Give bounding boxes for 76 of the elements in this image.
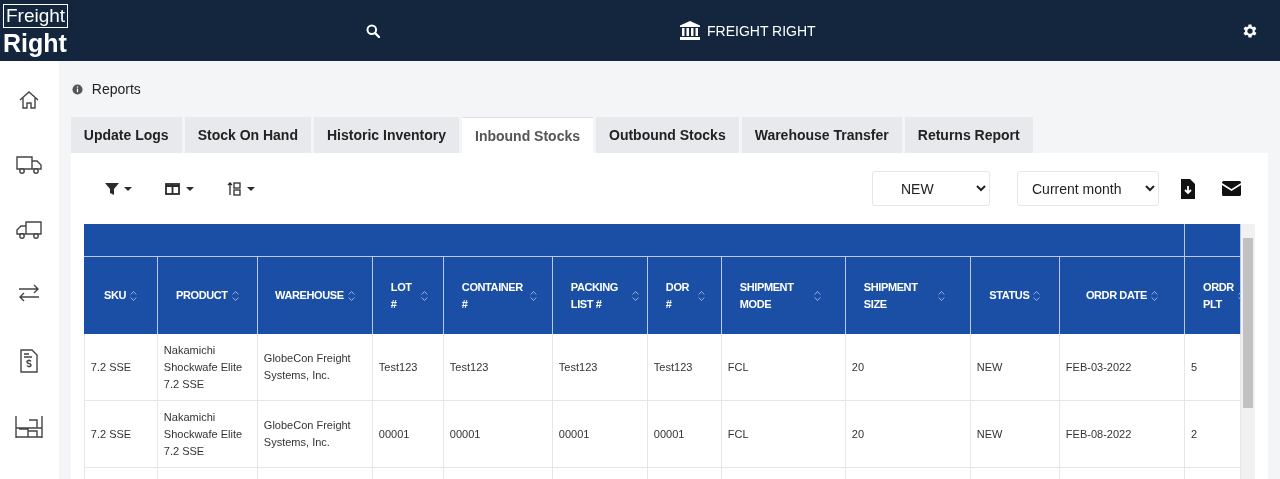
table-cell: Test123 bbox=[443, 334, 553, 401]
table-cell: 20 bbox=[845, 334, 971, 401]
sort-icon[interactable] bbox=[529, 289, 537, 302]
bank-icon bbox=[680, 21, 700, 40]
table-cell: 2 bbox=[1184, 400, 1241, 468]
report-tab[interactable]: Inbound Stocks bbox=[462, 117, 593, 153]
truck-icon[interactable] bbox=[16, 219, 43, 241]
column-header[interactable]: CONTAINER # bbox=[443, 256, 553, 334]
table-cell: FCL bbox=[721, 400, 846, 468]
sort-icon[interactable] bbox=[631, 289, 639, 302]
column-header[interactable]: WAREHOUSE bbox=[257, 256, 373, 334]
sort-icon[interactable] bbox=[697, 289, 705, 302]
report-tab[interactable]: Stock On Hand bbox=[184, 117, 311, 153]
invoice-icon[interactable] bbox=[20, 349, 39, 373]
column-header[interactable]: DOR # bbox=[647, 256, 722, 334]
table-cell: GlobeCon Freight Systems, Inc. bbox=[257, 400, 373, 468]
sort-dropdown-icon[interactable] bbox=[226, 181, 257, 196]
sort-icon[interactable] bbox=[813, 289, 821, 302]
table-cell: Test123 bbox=[552, 334, 648, 401]
column-header[interactable]: PRODUCT bbox=[157, 256, 258, 334]
home-icon[interactable] bbox=[18, 89, 41, 111]
table-cell: 00001 bbox=[647, 400, 722, 468]
sort-icon[interactable] bbox=[347, 289, 355, 302]
table-cell: 5 bbox=[1184, 334, 1241, 401]
table-cell: 20 bbox=[845, 400, 971, 468]
truck-icon[interactable] bbox=[16, 154, 43, 176]
table-cell: 00001 bbox=[443, 400, 553, 468]
table-cell: 00001 bbox=[552, 400, 648, 468]
brand-title: FREIGHT RIGHT bbox=[707, 22, 816, 39]
breadcrumb-text: Reports bbox=[91, 81, 141, 97]
column-header[interactable]: ORDR PLT bbox=[1184, 256, 1241, 334]
status-select[interactable]: NEW bbox=[872, 171, 990, 206]
report-tab[interactable]: Returns Report bbox=[904, 117, 1033, 153]
logo-text: Freight bbox=[3, 3, 69, 28]
report-tab[interactable]: Outbound Stocks bbox=[596, 117, 739, 153]
report-tab[interactable]: Update Logs bbox=[70, 117, 182, 153]
period-select[interactable]: Current month bbox=[1017, 171, 1159, 206]
table-cell: NEW bbox=[970, 334, 1060, 401]
scrollbar[interactable] bbox=[1241, 224, 1255, 479]
table-cell: FEB-03-2022 bbox=[1059, 334, 1185, 401]
file-download-icon[interactable] bbox=[1181, 178, 1195, 199]
table-cell: Nakamichi Shockwafe Elite 7.2 SSE bbox=[157, 334, 258, 401]
table-cell: 00001 bbox=[372, 400, 444, 468]
table-cell: 7.2 SSE bbox=[84, 334, 158, 401]
sort-icon[interactable] bbox=[1150, 289, 1158, 302]
sort-icon[interactable] bbox=[420, 289, 428, 302]
transfer-arrows-icon[interactable] bbox=[17, 284, 42, 302]
info-icon bbox=[71, 83, 83, 95]
table-cell: FEB-08-2022 bbox=[1059, 400, 1185, 468]
sort-icon[interactable] bbox=[231, 289, 239, 302]
sort-icon[interactable] bbox=[1033, 289, 1041, 302]
table-cell: FCL bbox=[721, 334, 846, 401]
table-cell: Test123 bbox=[372, 334, 444, 401]
table-cell: GlobeCon Freight Systems, Inc. bbox=[257, 334, 373, 401]
column-header[interactable]: PACKING LIST # bbox=[552, 256, 648, 334]
columns-dropdown-icon[interactable] bbox=[164, 181, 195, 196]
search-icon[interactable] bbox=[366, 23, 380, 38]
table-cell: Test123 bbox=[647, 334, 722, 401]
column-header[interactable]: LOT # bbox=[372, 256, 444, 334]
column-header[interactable]: ORDR DATE bbox=[1059, 256, 1185, 334]
filter-dropdown-icon[interactable] bbox=[104, 181, 133, 196]
settings-icon[interactable] bbox=[1241, 21, 1259, 40]
column-header[interactable]: SHIPMENT SIZE bbox=[845, 256, 971, 334]
report-tab[interactable]: Historic Inventory bbox=[314, 117, 459, 153]
table-cell: Nakamichi Shockwafe Elite 7.2 SSE bbox=[157, 400, 258, 468]
column-header[interactable]: SKU bbox=[84, 256, 158, 334]
column-header[interactable]: SHIPMENT MODE bbox=[721, 256, 846, 334]
sort-icon[interactable] bbox=[130, 289, 138, 302]
sort-icon[interactable] bbox=[937, 289, 945, 302]
table-cell: NEW bbox=[970, 400, 1060, 468]
logo-text: Right bbox=[3, 27, 67, 58]
report-tab[interactable]: Warehouse Transfer bbox=[741, 117, 902, 153]
column-header[interactable]: STATUS bbox=[970, 256, 1060, 334]
shelves-icon[interactable] bbox=[15, 414, 44, 438]
mail-icon[interactable] bbox=[1222, 181, 1241, 196]
table-cell: 7.2 SSE bbox=[84, 400, 158, 468]
